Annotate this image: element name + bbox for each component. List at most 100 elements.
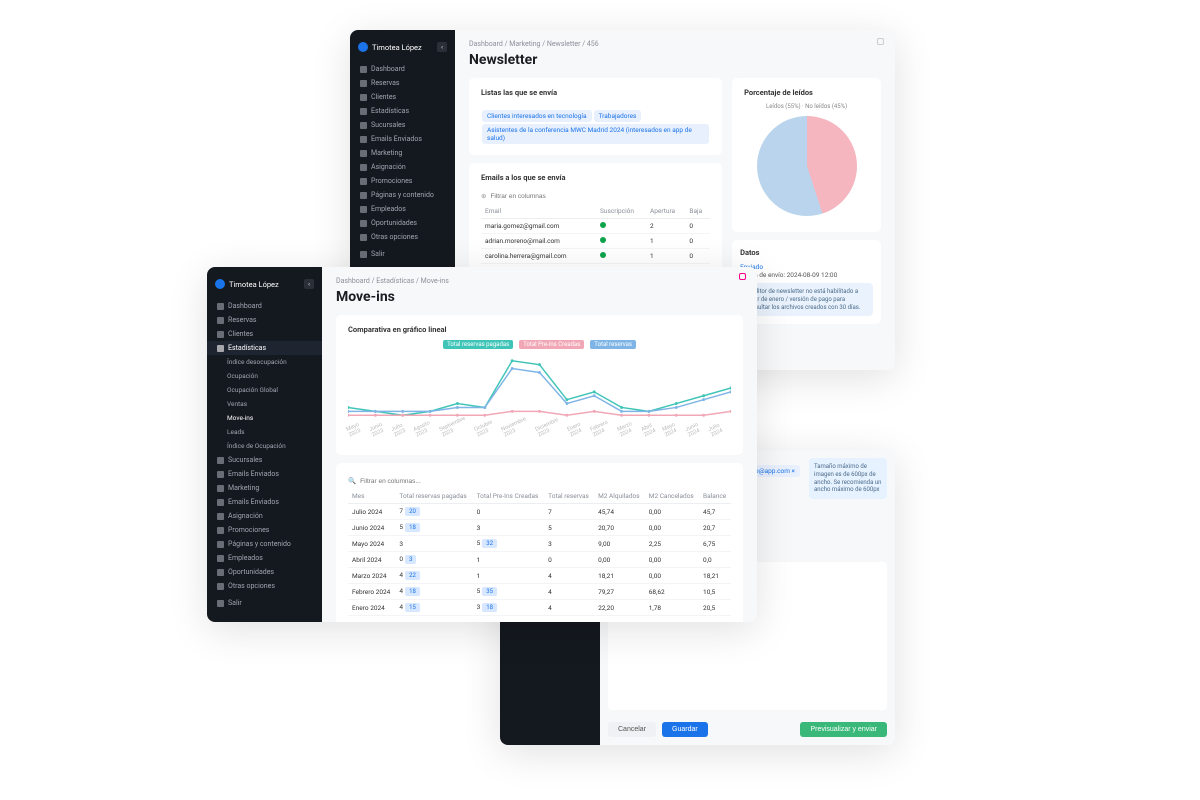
table-row[interactable]: Febrero 2024418535479,2768,6210,5 bbox=[348, 584, 731, 600]
sidebar-item[interactable]: Reservas bbox=[350, 76, 455, 90]
nav-label: Emails Enviados bbox=[228, 498, 279, 506]
filter-row: ⊕ bbox=[481, 188, 710, 204]
save-button[interactable]: Guardar bbox=[662, 722, 708, 737]
table-row[interactable]: Mayo 2024353239,002,256,75 bbox=[348, 536, 731, 552]
list-tag[interactable]: Clientes interesados en tecnología bbox=[482, 110, 592, 122]
bell-icon bbox=[877, 38, 884, 45]
legend-item: Total Pre-Ins Creadas bbox=[519, 340, 584, 349]
sidebar-subitem[interactable]: Índice de Ocupación bbox=[207, 439, 322, 453]
table-row[interactable]: maria.gomez@gmail.com20 bbox=[481, 219, 710, 234]
notification-button[interactable] bbox=[875, 36, 885, 46]
count-badge: 32 bbox=[482, 539, 497, 548]
sidebar-item[interactable]: Promociones bbox=[207, 523, 322, 537]
nav-label: Asignación bbox=[228, 512, 263, 520]
sidebar-footer[interactable]: Salir bbox=[350, 244, 455, 264]
nav-label: Marketing bbox=[371, 149, 402, 157]
cell-month: Junio 2024 bbox=[348, 520, 395, 536]
user-name: Timotea López bbox=[372, 43, 422, 52]
cell: 20,7 bbox=[699, 520, 731, 536]
list-tag[interactable]: Asistentes de la conferencia MWC Madrid … bbox=[482, 124, 709, 144]
column-header[interactable]: Baja bbox=[685, 204, 710, 219]
sidebar-subitem[interactable]: Move-ins bbox=[207, 411, 322, 425]
cancel-button[interactable]: Cancelar bbox=[608, 722, 656, 737]
sidebar-item[interactable]: Promociones bbox=[350, 174, 455, 188]
nav-icon bbox=[217, 555, 224, 562]
nav-label: Clientes bbox=[371, 93, 396, 101]
sidebar-item[interactable]: Marketing bbox=[350, 146, 455, 160]
emails-card-title: Emails a los que se envía bbox=[481, 173, 710, 182]
cell: 3 bbox=[544, 536, 594, 552]
nav-label: Marketing bbox=[228, 484, 259, 492]
table-row[interactable]: Abril 202403100,000,000,0 bbox=[348, 552, 731, 568]
breadcrumb[interactable]: Dashboard / Marketing / Newsletter / 456 bbox=[469, 40, 881, 48]
column-header[interactable]: Total reservas pagadas bbox=[395, 489, 472, 504]
sidebar-item[interactable]: Oportunidades bbox=[350, 216, 455, 230]
breadcrumb[interactable]: Dashboard / Estadísticas / Move-ins bbox=[336, 277, 743, 285]
sidebar-item[interactable]: Reservas bbox=[207, 313, 322, 327]
sidebar-item[interactable]: Dashboard bbox=[350, 62, 455, 76]
column-header[interactable]: Email bbox=[481, 204, 596, 219]
notification-button[interactable] bbox=[737, 271, 747, 281]
sidebar-item[interactable]: Emails Enviados bbox=[207, 495, 322, 509]
cell: 318 bbox=[473, 600, 545, 616]
cell-status bbox=[596, 234, 646, 249]
nav-icon bbox=[360, 94, 367, 101]
table-row[interactable]: carolina.herrera@gmail.com10 bbox=[481, 249, 710, 264]
column-header[interactable]: Total Pre-Ins Creadas bbox=[473, 489, 545, 504]
nav-icon bbox=[217, 457, 224, 464]
sidebar-item[interactable]: Páginas y contenido bbox=[350, 188, 455, 202]
status-dot-icon bbox=[600, 222, 606, 228]
sidebar-subitem[interactable]: Leads bbox=[207, 425, 322, 439]
collapse-sidebar-button[interactable]: ‹ bbox=[304, 279, 314, 289]
preview-send-button[interactable]: Previsualizar y enviar bbox=[800, 722, 887, 737]
table-row[interactable]: Junio 20245183520,700,0020,7 bbox=[348, 520, 731, 536]
nav-icon bbox=[217, 345, 224, 352]
sidebar-item[interactable]: Estadísticas bbox=[207, 341, 322, 355]
sidebar-item[interactable]: Páginas y contenido bbox=[207, 537, 322, 551]
editor-note: El editor de newsletter no está habilita… bbox=[740, 283, 873, 316]
sidebar-item[interactable]: Clientes bbox=[350, 90, 455, 104]
sidebar-item[interactable]: Emails Enviados bbox=[350, 132, 455, 146]
nav-label: Otras opciones bbox=[371, 233, 418, 241]
filter-input[interactable] bbox=[490, 193, 710, 200]
filter-input[interactable] bbox=[360, 478, 731, 485]
sidebar-subitem[interactable]: Ventas bbox=[207, 397, 322, 411]
column-header[interactable]: M2 Cancelados bbox=[645, 489, 699, 504]
table-row[interactable]: Julio 20247200745,740,0045,7 bbox=[348, 504, 731, 520]
sidebar-footer[interactable]: Salir bbox=[207, 593, 322, 613]
list-tag[interactable]: Trabajadores bbox=[594, 110, 642, 122]
nav-icon bbox=[360, 136, 367, 143]
cell: 535 bbox=[473, 584, 545, 600]
collapse-sidebar-button[interactable]: ‹ bbox=[437, 42, 447, 52]
sidebar-item[interactable]: Asignación bbox=[350, 160, 455, 174]
table-row[interactable]: Enero 2024415318422,201,7820,5 bbox=[348, 600, 731, 616]
sidebar-subitem[interactable]: Ocupación Global bbox=[207, 383, 322, 397]
table-row[interactable]: adrian.moreno@mail.com10 bbox=[481, 234, 710, 249]
table-row[interactable]: Marzo 20244221418,210,0018,21 bbox=[348, 568, 731, 584]
sidebar-item[interactable]: Otras opciones bbox=[207, 579, 322, 593]
sidebar-subitem[interactable]: Ocupación bbox=[207, 369, 322, 383]
column-header[interactable]: M2 Alquilados bbox=[594, 489, 645, 504]
sidebar-item[interactable]: Oportunidades bbox=[207, 565, 322, 579]
column-header[interactable]: Total reservas bbox=[544, 489, 594, 504]
sidebar-subitem[interactable]: Índice desocupación bbox=[207, 355, 322, 369]
sidebar-item[interactable]: Estadísticas bbox=[350, 104, 455, 118]
sidebar-item[interactable]: Sucursales bbox=[207, 453, 322, 467]
column-header[interactable]: Balance bbox=[699, 489, 731, 504]
column-header[interactable]: Mes bbox=[348, 489, 395, 504]
cell-opens: 1 bbox=[646, 249, 685, 264]
sidebar-item[interactable]: Empleados bbox=[207, 551, 322, 565]
cell-opens: 2 bbox=[646, 219, 685, 234]
column-header[interactable]: Apertura bbox=[646, 204, 685, 219]
column-header[interactable]: Suscripción bbox=[596, 204, 646, 219]
sidebar-item[interactable]: Asignación bbox=[207, 509, 322, 523]
sidebar-item[interactable]: Marketing bbox=[207, 481, 322, 495]
sidebar-item[interactable]: Sucursales bbox=[350, 118, 455, 132]
count-badge: 20 bbox=[405, 507, 420, 516]
sidebar-item[interactable]: Otras opciones bbox=[350, 230, 455, 244]
sidebar-item[interactable]: Dashboard bbox=[207, 299, 322, 313]
nav-icon bbox=[217, 583, 224, 590]
sidebar-item[interactable]: Clientes bbox=[207, 327, 322, 341]
sidebar-item[interactable]: Emails Enviados bbox=[207, 467, 322, 481]
sidebar-item[interactable]: Empleados bbox=[350, 202, 455, 216]
